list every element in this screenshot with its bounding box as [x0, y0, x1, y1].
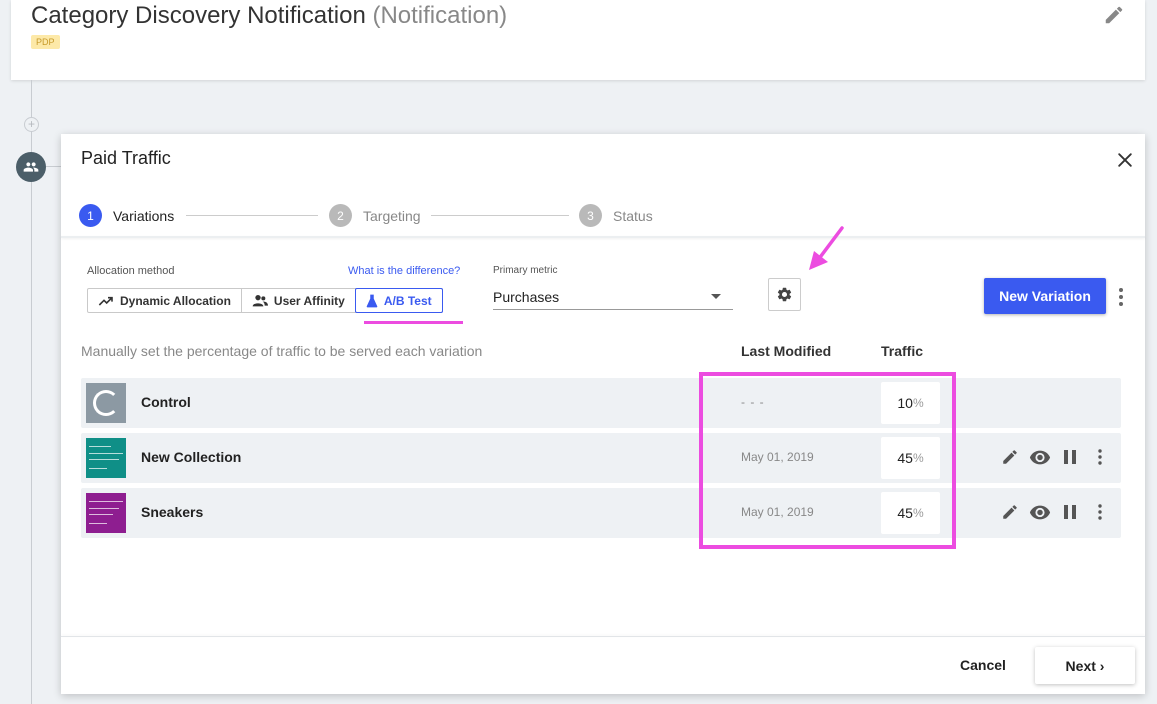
step-number: 1 — [79, 204, 102, 227]
step-connector — [186, 215, 318, 216]
variation-name: Sneakers — [141, 504, 204, 520]
cancel-button[interactable]: Cancel — [941, 654, 1025, 676]
annotation-highlight-box — [699, 372, 956, 549]
pause-icon[interactable] — [1059, 501, 1081, 523]
allocation-help-link[interactable]: What is the difference? — [348, 265, 460, 277]
settings-button[interactable] — [768, 278, 801, 311]
wizard-stepper: 1 Variations 2 Targeting 3 Status — [79, 204, 699, 227]
option-label: A/B Test — [383, 293, 432, 308]
step-number: 2 — [329, 204, 352, 227]
flask-icon — [366, 294, 378, 307]
step-connector — [431, 215, 569, 216]
campaign-header-card: Category Discovery Notification (Notific… — [11, 0, 1145, 80]
traffic-helper-text: Manually set the percentage of traffic t… — [81, 343, 483, 359]
annotation-arrow — [809, 226, 844, 270]
more-vertical-icon[interactable] — [1113, 286, 1129, 308]
users-icon — [252, 294, 268, 306]
variation-thumbnail — [86, 383, 126, 423]
pencil-icon[interactable] — [999, 501, 1021, 523]
variation-thumbnail — [86, 493, 126, 533]
row-actions — [999, 446, 1111, 468]
step-number: 3 — [579, 204, 602, 227]
step-label: Targeting — [363, 207, 421, 224]
more-vertical-icon[interactable] — [1089, 501, 1111, 523]
primary-metric-label: Primary metric — [493, 265, 558, 276]
header-divider — [61, 236, 1145, 238]
eye-icon[interactable] — [1029, 501, 1051, 523]
variation-name: New Collection — [141, 449, 242, 465]
people-icon[interactable] — [16, 152, 46, 182]
annotation-underline — [364, 321, 463, 324]
step-status[interactable]: 3 Status — [579, 204, 653, 227]
paid-traffic-modal: Paid Traffic 1 Variations 2 Targeting 3 … — [61, 134, 1145, 694]
variation-thumbnail — [86, 438, 126, 478]
allocation-method-label: Allocation method — [87, 265, 175, 277]
variation-name: Control — [141, 394, 191, 410]
trending-up-icon — [98, 296, 113, 306]
campaign-title-text: Category Discovery Notification — [31, 2, 366, 29]
gear-icon — [777, 287, 792, 302]
new-variation-button[interactable]: New Variation — [984, 278, 1106, 314]
pause-icon[interactable] — [1059, 446, 1081, 468]
ab-test-option[interactable]: A/B Test — [354, 288, 443, 313]
variation-row-new-collection[interactable]: New Collection May 01, 2019 45% — [81, 433, 1121, 483]
user-affinity-option[interactable]: User Affinity — [242, 289, 356, 312]
control-c-icon — [93, 390, 119, 416]
chevron-down-icon — [711, 294, 721, 299]
pencil-icon[interactable] — [999, 446, 1021, 468]
primary-metric-select[interactable]: Purchases — [493, 284, 733, 310]
page-type-badge: PDP — [31, 35, 60, 49]
step-variations[interactable]: 1 Variations — [79, 204, 174, 227]
campaign-title: Category Discovery Notification (Notific… — [31, 2, 507, 30]
next-button[interactable]: Next › — [1035, 647, 1135, 684]
more-vertical-icon[interactable] — [1089, 446, 1111, 468]
eye-icon[interactable] — [1029, 446, 1051, 468]
close-icon[interactable] — [1115, 150, 1135, 170]
row-actions — [999, 501, 1111, 523]
pencil-icon[interactable] — [1103, 4, 1125, 26]
step-label: Status — [613, 207, 653, 224]
timeline-connector — [46, 166, 61, 167]
step-targeting[interactable]: 2 Targeting — [329, 204, 421, 227]
primary-metric-value: Purchases — [493, 288, 560, 305]
modal-title: Paid Traffic — [81, 148, 171, 168]
allocation-method-toggle: Dynamic Allocation User Affinity A/B Tes… — [87, 288, 443, 313]
plus-icon[interactable]: + — [24, 117, 39, 132]
variation-row-sneakers[interactable]: Sneakers May 01, 2019 45% — [81, 488, 1121, 538]
campaign-type-label: (Notification) — [372, 2, 508, 29]
option-label: User Affinity — [273, 293, 345, 308]
footer-divider — [61, 636, 1145, 637]
option-label: Dynamic Allocation — [120, 293, 231, 308]
step-label: Variations — [113, 207, 175, 224]
column-header-last-modified: Last Modified — [741, 343, 832, 359]
variation-row-control[interactable]: Control - - - 10% — [81, 378, 1121, 428]
dynamic-allocation-option[interactable]: Dynamic Allocation — [88, 289, 242, 312]
column-header-traffic: Traffic — [881, 343, 924, 359]
